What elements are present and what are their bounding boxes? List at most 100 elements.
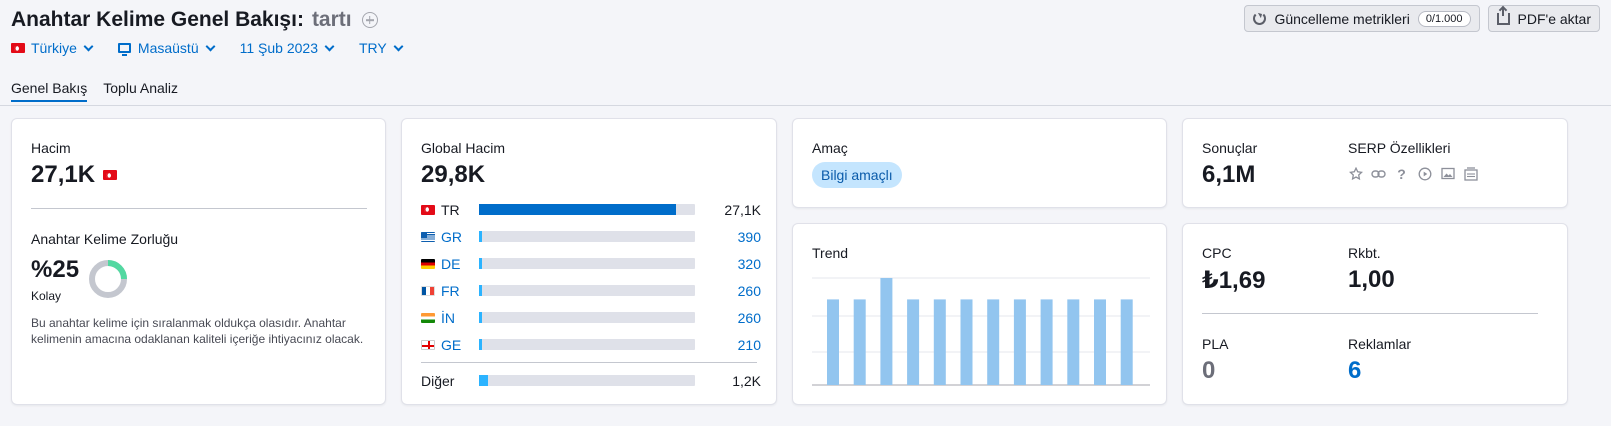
divider <box>31 208 367 209</box>
device-selector[interactable]: Masaüstü <box>117 40 216 56</box>
country-bar <box>479 258 695 269</box>
news-icon[interactable] <box>1463 166 1478 181</box>
export-pdf-button[interactable]: PDF'e aktar <box>1487 5 1600 32</box>
ads-value[interactable]: 6 <box>1348 357 1361 385</box>
country-volume[interactable]: 210 <box>695 337 761 353</box>
export-icon <box>1496 6 1510 25</box>
date-selector[interactable]: 11 Şub 2023 <box>240 40 335 56</box>
country-code[interactable]: FR <box>441 283 479 299</box>
difficulty-description: Bu anahtar kelime için sıralanmak oldukç… <box>31 316 364 346</box>
keyword-text: tartı <box>311 8 352 31</box>
trend-bar[interactable] <box>1094 299 1106 385</box>
refresh-icon <box>1253 12 1267 25</box>
other-bar-fill <box>479 375 488 386</box>
tr-flag-icon <box>421 204 435 215</box>
country-label: Türkiye <box>31 40 77 56</box>
image-icon[interactable] <box>1440 166 1455 181</box>
chevron-down-icon <box>393 41 404 51</box>
title-row: Anahtar Kelime Genel Bakışı: tartı <box>11 8 378 32</box>
trend-card: Trend <box>792 223 1167 405</box>
other-bar <box>479 375 695 386</box>
country-code[interactable]: DE <box>441 256 479 272</box>
update-metrics-label: Güncelleme metrikleri <box>1274 10 1410 27</box>
country-bar <box>479 285 695 296</box>
in-flag-icon <box>421 312 435 323</box>
turkey-flag-icon <box>11 43 25 53</box>
volume-card: Hacim 27,1K Anahtar Kelime Zorluğu %25 K… <box>11 118 386 405</box>
fr-flag-icon <box>421 285 435 296</box>
page-title: Anahtar Kelime Genel Bakışı: <box>11 8 304 31</box>
volume-value: 27,1K <box>31 161 96 188</box>
country-volume[interactable]: 260 <box>695 310 761 326</box>
ge-flag-icon <box>421 339 435 350</box>
link-icon[interactable] <box>1371 166 1386 181</box>
turkey-flag-icon <box>103 170 118 180</box>
intent-badge[interactable]: Bilgi amaçlı <box>812 162 902 188</box>
video-icon[interactable] <box>1417 166 1432 181</box>
difficulty-level: Kolay <box>31 289 62 303</box>
country-code[interactable]: GR <box>441 229 479 245</box>
export-pdf-label: PDF'e aktar <box>1517 10 1591 27</box>
trend-bar[interactable] <box>827 299 839 385</box>
country-volume[interactable]: 260 <box>695 283 761 299</box>
trend-label: Trend <box>812 245 849 261</box>
cpc-label: CPC <box>1202 245 1232 261</box>
other-label: Diğer <box>421 372 455 389</box>
difficulty-value: %25 <box>31 256 80 283</box>
country-code: TR <box>441 201 460 218</box>
pla-value: 0 <box>1202 357 1216 384</box>
results-card: Sonuçlar 6,1M SERP Özellikleri ? <box>1182 118 1568 208</box>
star-icon[interactable] <box>1348 166 1363 181</box>
difficulty-donut <box>89 260 127 298</box>
competition-value: 1,00 <box>1348 266 1395 293</box>
results-value: 6,1M <box>1202 161 1256 188</box>
trend-bar[interactable] <box>933 299 946 385</box>
update-metrics-button[interactable]: Güncelleme metrikleri 0/1.000 <box>1244 5 1480 32</box>
global-volume-card: Global Hacim 29,8K TR 27,1K GR 390 DE 320 FR 26… <box>401 118 777 405</box>
tab-overview[interactable]: Genel Bakış <box>11 80 88 102</box>
trend-bar[interactable] <box>853 299 866 385</box>
divider <box>1202 313 1538 314</box>
intent-label: Amaç <box>812 140 848 156</box>
tab-bulk-analysis[interactable]: Toplu Analiz <box>103 80 178 102</box>
trend-bar[interactable] <box>1067 299 1080 385</box>
other-value: 1,2K <box>732 372 761 389</box>
cpc-card: CPC ₺1,69 Rkbt. 1,00 PLA 0 Reklamlar 6 <box>1182 223 1568 405</box>
country-bar <box>479 312 695 323</box>
trend-bar[interactable] <box>880 278 893 385</box>
country-code[interactable]: İN <box>441 310 479 326</box>
country-row: GR 390 <box>421 223 761 250</box>
results-label: Sonuçlar <box>1202 140 1258 156</box>
country-bar-fill <box>479 258 482 269</box>
country-list: TR 27,1K GR 390 DE 320 FR 260 İN 260 GE 210 <box>421 196 761 358</box>
country-volume[interactable]: 390 <box>695 229 761 245</box>
country-bar-fill <box>479 204 676 215</box>
trend-bar[interactable] <box>987 299 1000 385</box>
country-bar-fill <box>479 312 482 323</box>
trend-bar[interactable] <box>907 299 920 385</box>
trend-bar[interactable] <box>960 299 973 385</box>
country-volume[interactable]: 320 <box>695 256 761 272</box>
ads-label: Reklamlar <box>1348 336 1412 352</box>
currency-selector[interactable]: TRY <box>358 40 404 56</box>
intent-badge-wrap: Bilgi amaçlı <box>812 162 902 188</box>
filter-bar: Türkiye Masaüstü 11 Şub 2023 TRY <box>11 40 404 56</box>
currency-label: TRY <box>358 40 387 56</box>
competition-label: Rkbt. <box>1348 245 1381 261</box>
country-code[interactable]: GE <box>441 337 479 353</box>
add-keyword-icon[interactable] <box>361 12 378 28</box>
cpc-value: ₺1,69 <box>1202 267 1266 294</box>
country-row: FR 260 <box>421 277 761 304</box>
trend-bar[interactable] <box>1120 299 1133 385</box>
trend-bar[interactable] <box>1040 299 1053 385</box>
volume-value-row: 27,1K <box>31 161 118 189</box>
trend-bar[interactable] <box>1013 299 1026 385</box>
country-bar-fill <box>479 231 482 242</box>
de-flag-icon <box>421 258 435 269</box>
country-bar-fill <box>479 285 482 296</box>
country-bar <box>479 204 695 215</box>
question-icon[interactable]: ? <box>1394 166 1409 182</box>
serp-features-label: SERP Özellikleri <box>1348 140 1451 156</box>
country-selector[interactable]: Türkiye <box>11 40 94 56</box>
device-label: Masaüstü <box>137 40 199 56</box>
